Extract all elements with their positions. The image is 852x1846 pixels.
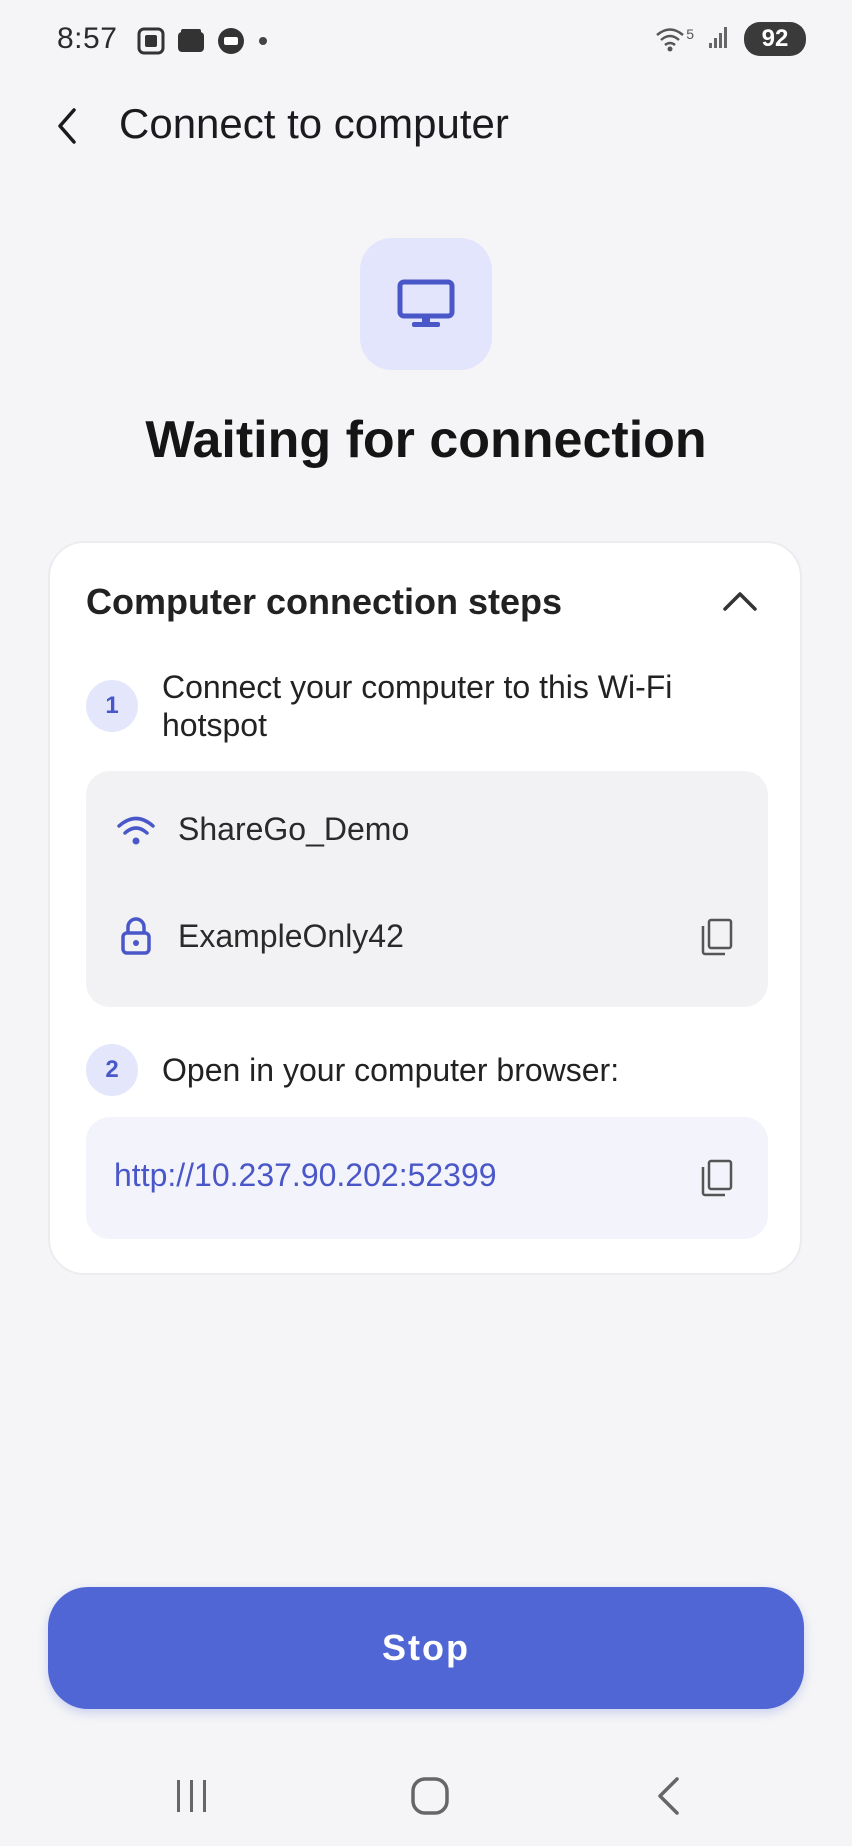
stop-button[interactable]: Stop: [48, 1587, 804, 1709]
hotspot-ssid-row: ShareGo_Demo: [116, 811, 409, 848]
monitor-icon-badge: [360, 238, 492, 370]
copy-password-button[interactable]: [690, 911, 742, 963]
copy-icon: [701, 1159, 733, 1197]
nav-back-button[interactable]: [628, 1766, 708, 1826]
wallet-icon: [176, 26, 206, 61]
battery-icon: 92: [744, 22, 806, 56]
step-1-text: Connect your computer to this Wi-Fi hots…: [162, 669, 673, 743]
copy-icon: [701, 918, 733, 956]
app-bar: Connect to computer: [0, 84, 852, 164]
connection-steps-card: Computer connection steps 1 Connect your…: [48, 541, 802, 1275]
lock-icon: [121, 917, 151, 955]
home-button[interactable]: [390, 1766, 470, 1826]
status-system-icons: 5 92: [655, 22, 806, 56]
back-arrow-icon: [58, 108, 76, 144]
nav-back-icon: [658, 1777, 679, 1815]
browser-url-box: http://10.237.90.202:52399: [86, 1117, 768, 1239]
browser-url[interactable]: http://10.237.90.202:52399: [114, 1157, 497, 1194]
connection-status-title: Waiting for connection: [145, 411, 707, 469]
step-2-badge: 2: [86, 1044, 138, 1096]
step-1-badge: 1: [86, 680, 138, 732]
chevron-up-icon: [723, 592, 757, 611]
status-notification-icons: [136, 26, 270, 61]
signal-icon: [708, 25, 730, 54]
hotspot-password-row: ExampleOnly42: [116, 917, 404, 955]
copy-url-button[interactable]: [690, 1152, 742, 1204]
chat-icon: [216, 26, 246, 61]
wifi-icon: [117, 816, 155, 844]
recent-apps-icon: [177, 1780, 206, 1812]
status-time: 8:57: [57, 22, 118, 55]
wifi-band-label: 5: [686, 26, 694, 42]
page-title: Connect to computer: [119, 100, 509, 147]
collapse-button[interactable]: [718, 581, 762, 621]
status-bar: 8:57 5 92: [0, 0, 852, 84]
dot-icon: [256, 34, 270, 53]
monitor-icon: [397, 279, 455, 327]
system-nav-bar: [0, 1746, 852, 1846]
hotspot-ssid: ShareGo_Demo: [178, 811, 410, 847]
recent-apps-button[interactable]: [152, 1766, 232, 1826]
card-title: Computer connection steps: [86, 581, 563, 622]
hotspot-password: ExampleOnly42: [178, 917, 404, 954]
back-button[interactable]: [36, 96, 96, 156]
hotspot-details: ShareGo_Demo ExampleOnly42: [86, 771, 768, 1007]
home-icon: [411, 1777, 449, 1815]
step-2-text: Open in your computer browser:: [162, 1052, 620, 1088]
wifi-icon: 5: [655, 26, 694, 52]
scan-icon: [136, 26, 166, 61]
